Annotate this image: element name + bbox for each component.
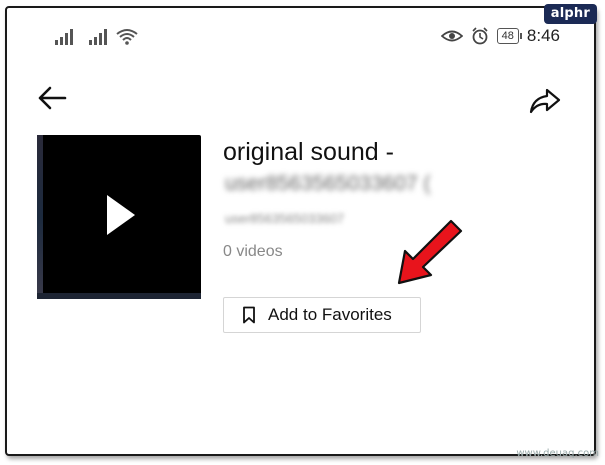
battery-indicator: 48	[496, 28, 523, 44]
bookmark-icon	[242, 306, 256, 324]
signal-icon-2	[89, 29, 107, 45]
alarm-icon	[472, 27, 488, 45]
wifi-icon	[116, 29, 138, 45]
phone-screen: 48 8:46 original sound - user85635650336…	[5, 6, 596, 456]
status-bar: 48 8:46	[7, 26, 594, 52]
arrow-left-icon[interactable]	[37, 86, 67, 110]
add-to-favorites-button[interactable]: Add to Favorites	[223, 297, 421, 333]
sound-author-blurred: user8563565033607 (	[225, 172, 431, 195]
video-count: 0 videos	[223, 243, 283, 260]
eye-icon	[440, 30, 463, 42]
share-icon[interactable]	[529, 88, 561, 114]
add-to-favorites-label: Add to Favorites	[268, 305, 392, 324]
red-arrow-annotation	[397, 219, 463, 285]
sound-title: original sound -	[223, 138, 394, 166]
status-right: 48 8:46	[440, 26, 560, 46]
play-icon[interactable]	[107, 195, 135, 235]
site-watermark: www.deuaq.com	[516, 448, 599, 459]
sound-thumbnail[interactable]	[37, 135, 201, 299]
clock: 8:46	[526, 26, 560, 45]
signal-icon	[55, 29, 73, 45]
alphr-logo: alphr	[543, 4, 597, 24]
sound-handle-blurred: user8563565033607	[225, 211, 345, 226]
